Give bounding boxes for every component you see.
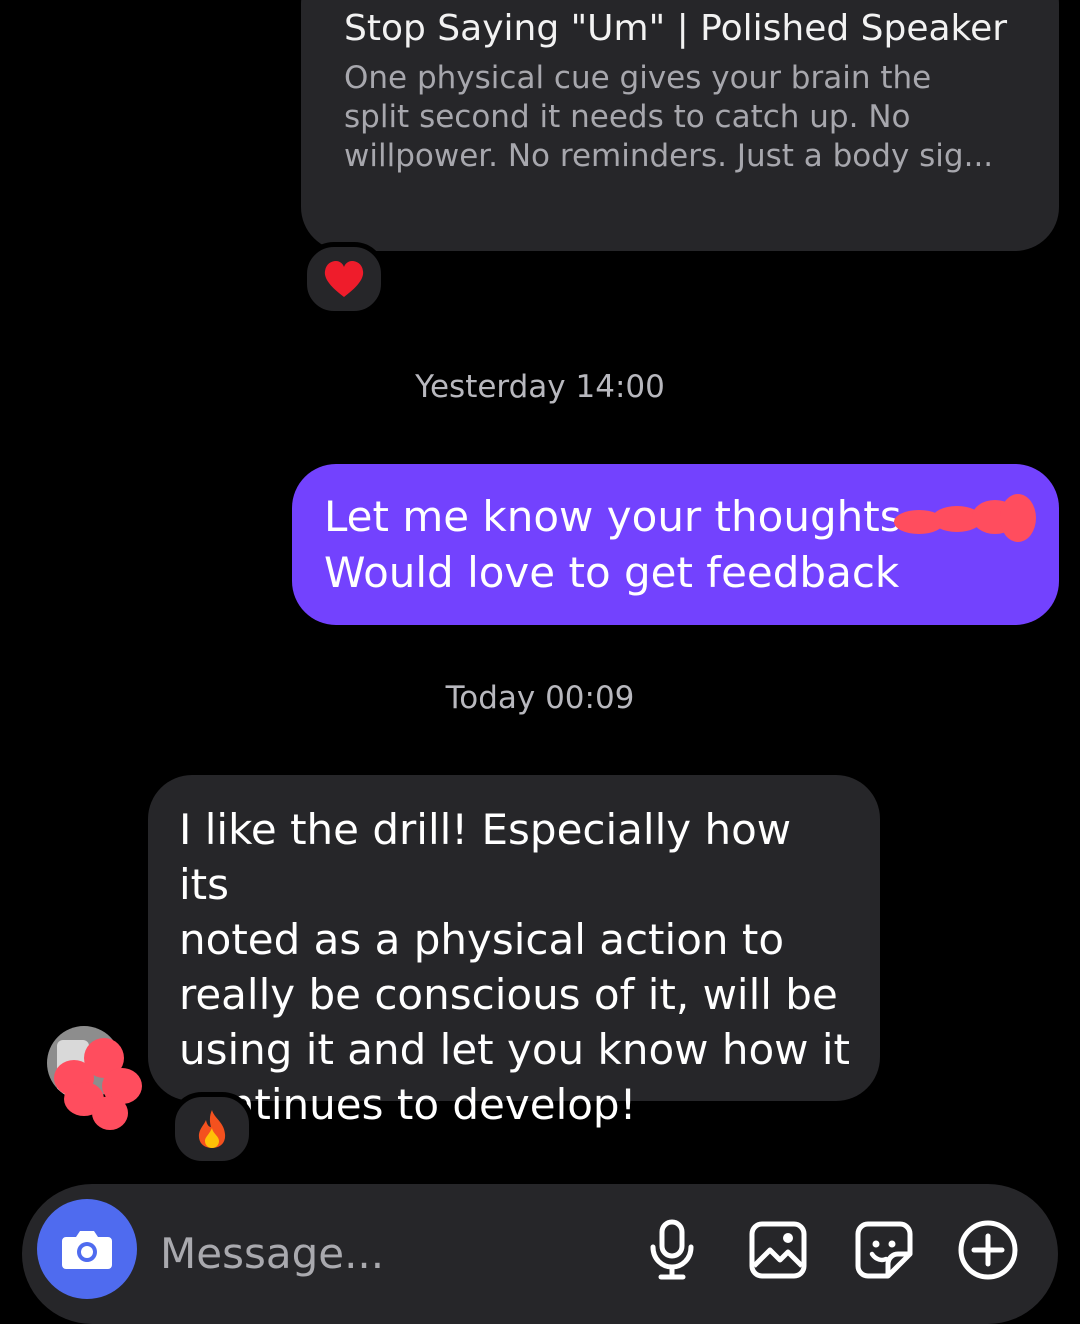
gallery-button[interactable] xyxy=(746,1218,810,1282)
timestamp: Today 00:09 xyxy=(445,680,635,716)
sticker-icon xyxy=(855,1221,913,1279)
post-description: One physical cue gives your brain the sp… xyxy=(344,60,994,174)
redaction-scribble xyxy=(892,494,1042,544)
gallery-icon xyxy=(749,1221,807,1279)
post-title: Stop Saying "Um" | Polished Speaker xyxy=(344,8,1008,49)
received-message-bubble[interactable]: I like the drill! Especially how its not… xyxy=(148,775,880,1129)
sticker-button[interactable] xyxy=(852,1218,916,1282)
fire-icon xyxy=(198,1110,226,1148)
microphone-icon xyxy=(650,1219,694,1280)
avatar-redaction-scribble xyxy=(50,1038,146,1132)
received-message-text: I like the drill! Especially how its not… xyxy=(179,805,850,1129)
camera-button[interactable] xyxy=(37,1199,137,1299)
timestamp: Yesterday 14:00 xyxy=(415,369,665,405)
microphone-button[interactable] xyxy=(640,1218,704,1282)
plus-icon xyxy=(958,1220,1018,1280)
fire-reaction[interactable] xyxy=(170,1092,254,1166)
message-input[interactable] xyxy=(158,1222,632,1284)
add-button[interactable] xyxy=(956,1218,1020,1282)
shared-post-card[interactable]: Stop Saying "Um" | Polished Speaker One … xyxy=(301,0,1059,251)
message-composer xyxy=(22,1184,1058,1324)
heart-icon xyxy=(324,261,364,297)
heart-reaction[interactable] xyxy=(302,242,386,316)
sent-message-bubble[interactable]: Let me know your thoughts Would love to … xyxy=(292,464,1059,625)
camera-icon xyxy=(62,1231,112,1269)
